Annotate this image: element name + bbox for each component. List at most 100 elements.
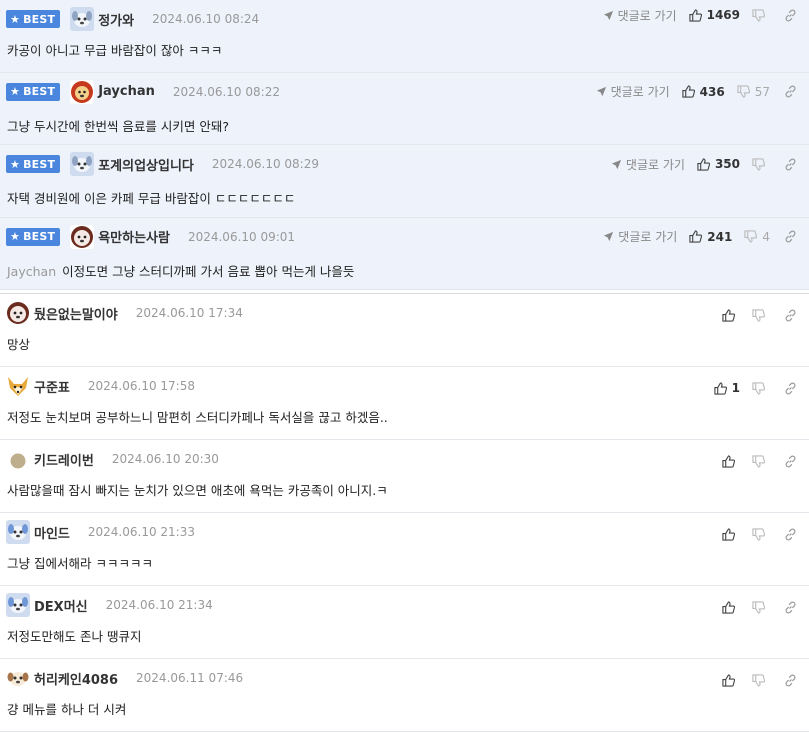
link-icon[interactable] bbox=[784, 382, 797, 395]
dislike-button[interactable] bbox=[752, 157, 770, 171]
nickname[interactable]: 욕만하는사람 bbox=[98, 227, 170, 246]
reply-link[interactable]: 댓글로 가기 bbox=[603, 7, 677, 24]
like-count: 350 bbox=[714, 157, 740, 171]
link-icon[interactable] bbox=[784, 9, 797, 22]
comment-text: 망상 bbox=[7, 337, 31, 352]
nickname[interactable]: Jaychan bbox=[98, 84, 155, 99]
thumbs-up-icon bbox=[697, 157, 710, 171]
mention-tag[interactable]: Jaychan bbox=[7, 264, 56, 279]
thumbs-down-icon bbox=[752, 8, 765, 22]
dislike-button[interactable]: 4 bbox=[744, 230, 770, 244]
dislike-button[interactable] bbox=[752, 454, 770, 468]
dislike-button[interactable] bbox=[752, 527, 770, 541]
nickname[interactable]: 포계의업상입니다 bbox=[98, 155, 194, 174]
thumbs-down-icon bbox=[752, 600, 765, 614]
dislike-button[interactable] bbox=[752, 673, 770, 687]
star-icon: ★ bbox=[10, 85, 21, 98]
best-comment: ★ BEST 욕만하는사람 2024.06.10 09:01 댓글로 가기 241… bbox=[0, 217, 809, 290]
comment-item: 허리케인4086 2024.06.11 07:46 걍 메뉴를 하나 더 시켜 bbox=[0, 659, 809, 732]
star-icon: ★ bbox=[10, 230, 21, 243]
like-button[interactable] bbox=[722, 308, 740, 322]
like-button[interactable]: 1469 bbox=[688, 8, 740, 22]
reply-link[interactable]: 댓글로 가기 bbox=[596, 83, 670, 100]
dislike-button[interactable] bbox=[752, 381, 770, 395]
comment-text: 사람많을때 잠시 빠지는 눈치가 있으면 애초에 욕먹는 카공족이 아니지.ㅋ bbox=[7, 483, 388, 498]
puppy-icon[interactable] bbox=[70, 7, 95, 31]
comment-text: 저정도만해도 존나 땡큐지 bbox=[7, 629, 142, 644]
like-button[interactable]: 436 bbox=[682, 85, 725, 99]
send-icon bbox=[604, 231, 614, 242]
dog-icon[interactable] bbox=[70, 224, 95, 249]
like-button[interactable] bbox=[722, 527, 740, 541]
thumbs-up-icon bbox=[688, 8, 702, 22]
puppy-icon[interactable] bbox=[6, 593, 30, 617]
nickname[interactable]: 구준표 bbox=[34, 377, 70, 396]
link-icon[interactable] bbox=[784, 674, 797, 687]
like-button[interactable] bbox=[722, 454, 740, 468]
best-badge: ★ BEST bbox=[6, 227, 61, 246]
nickname[interactable]: DEX머신 bbox=[34, 596, 88, 615]
thumbs-up-icon bbox=[682, 85, 695, 98]
thumbs-up-icon bbox=[722, 600, 735, 614]
link-icon[interactable] bbox=[784, 528, 797, 541]
comment-item: DEX머신 2024.06.10 21:34 저정도만해도 존나 땡큐지 bbox=[0, 586, 809, 659]
comment-date: 2024.06.10 21:34 bbox=[105, 598, 213, 612]
link-icon[interactable] bbox=[784, 230, 797, 243]
comment-date: 2024.06.10 20:30 bbox=[111, 452, 219, 466]
thumbs-up-icon bbox=[689, 230, 703, 243]
comment-date: 2024.06.11 07:46 bbox=[136, 671, 244, 685]
fox-icon[interactable] bbox=[6, 374, 30, 398]
dislike-count: 4 bbox=[762, 229, 770, 244]
nickname[interactable]: 키드레이번 bbox=[34, 450, 94, 469]
link-icon[interactable] bbox=[784, 158, 797, 171]
comment-date: 2024.06.10 21:33 bbox=[87, 525, 195, 539]
comment-date: 2024.06.10 08:22 bbox=[172, 84, 280, 99]
thumbs-down-icon bbox=[752, 527, 765, 541]
thumbs-up-icon bbox=[722, 673, 735, 687]
comment-text: 저정도 눈치보며 공부하느니 맘편히 스터디카페나 독서실을 끊고 하겠음.. bbox=[7, 410, 388, 425]
link-icon[interactable] bbox=[784, 455, 797, 468]
dislike-button[interactable] bbox=[752, 8, 770, 22]
puppy-icon[interactable] bbox=[6, 666, 30, 690]
comment-date: 2024.06.10 08:24 bbox=[152, 12, 260, 26]
puppy-icon[interactable] bbox=[6, 520, 30, 544]
best-badge: ★ BEST bbox=[6, 82, 61, 101]
comment-date: 2024.06.10 09:01 bbox=[187, 229, 296, 244]
nickname[interactable]: 허리케인4086 bbox=[34, 669, 118, 688]
like-button[interactable] bbox=[722, 673, 740, 687]
send-icon bbox=[603, 10, 613, 20]
like-button[interactable]: 241 bbox=[689, 230, 732, 244]
thumbs-down-icon bbox=[752, 308, 765, 322]
like-button[interactable] bbox=[722, 600, 740, 614]
like-count: 1 bbox=[731, 381, 740, 395]
dog-icon[interactable] bbox=[6, 301, 30, 325]
comment-text: 그냥 두시간에 한번씩 음료를 시키면 안돼? bbox=[7, 118, 230, 134]
puppy-icon[interactable] bbox=[70, 152, 95, 176]
nickname[interactable]: 뒀은없는말이야 bbox=[34, 304, 118, 323]
circle-icon[interactable] bbox=[6, 447, 30, 471]
reply-link[interactable]: 댓글로 가기 bbox=[603, 228, 677, 245]
link-icon[interactable] bbox=[784, 601, 797, 614]
dislike-button[interactable] bbox=[752, 308, 770, 322]
thumbs-up-icon bbox=[722, 454, 735, 468]
dislike-button[interactable]: 57 bbox=[737, 85, 770, 99]
thumbs-down-icon bbox=[752, 454, 765, 468]
like-button[interactable]: 350 bbox=[697, 157, 740, 171]
comment-text: 자택 경비원에 이은 카페 무급 바람잡이 ㄷㄷㄷㄷㄷㄷㄷ bbox=[7, 191, 296, 206]
like-button[interactable]: 1 bbox=[714, 381, 740, 395]
link-icon[interactable] bbox=[784, 309, 797, 322]
comment-item: 키드레이번 2024.06.10 20:30 사람많을때 잠시 빠지는 눈치가 … bbox=[0, 440, 809, 513]
dislike-button[interactable] bbox=[752, 600, 770, 614]
nickname[interactable]: 마인드 bbox=[34, 523, 70, 542]
comment-date: 2024.06.10 17:34 bbox=[135, 306, 243, 320]
send-icon bbox=[611, 159, 622, 169]
thumbs-down-icon bbox=[752, 381, 765, 395]
lion-icon[interactable] bbox=[70, 79, 95, 104]
reply-link[interactable]: 댓글로 가기 bbox=[611, 156, 685, 173]
dislike-count: 57 bbox=[754, 84, 770, 99]
nickname[interactable]: 정가와 bbox=[98, 10, 134, 29]
link-icon[interactable] bbox=[784, 85, 797, 98]
like-count: 1469 bbox=[706, 8, 740, 22]
thumbs-down-icon bbox=[744, 230, 758, 243]
comment-text: 카공이 아니고 무급 바람잡이 잖아 ㅋㅋㅋ bbox=[7, 43, 223, 58]
